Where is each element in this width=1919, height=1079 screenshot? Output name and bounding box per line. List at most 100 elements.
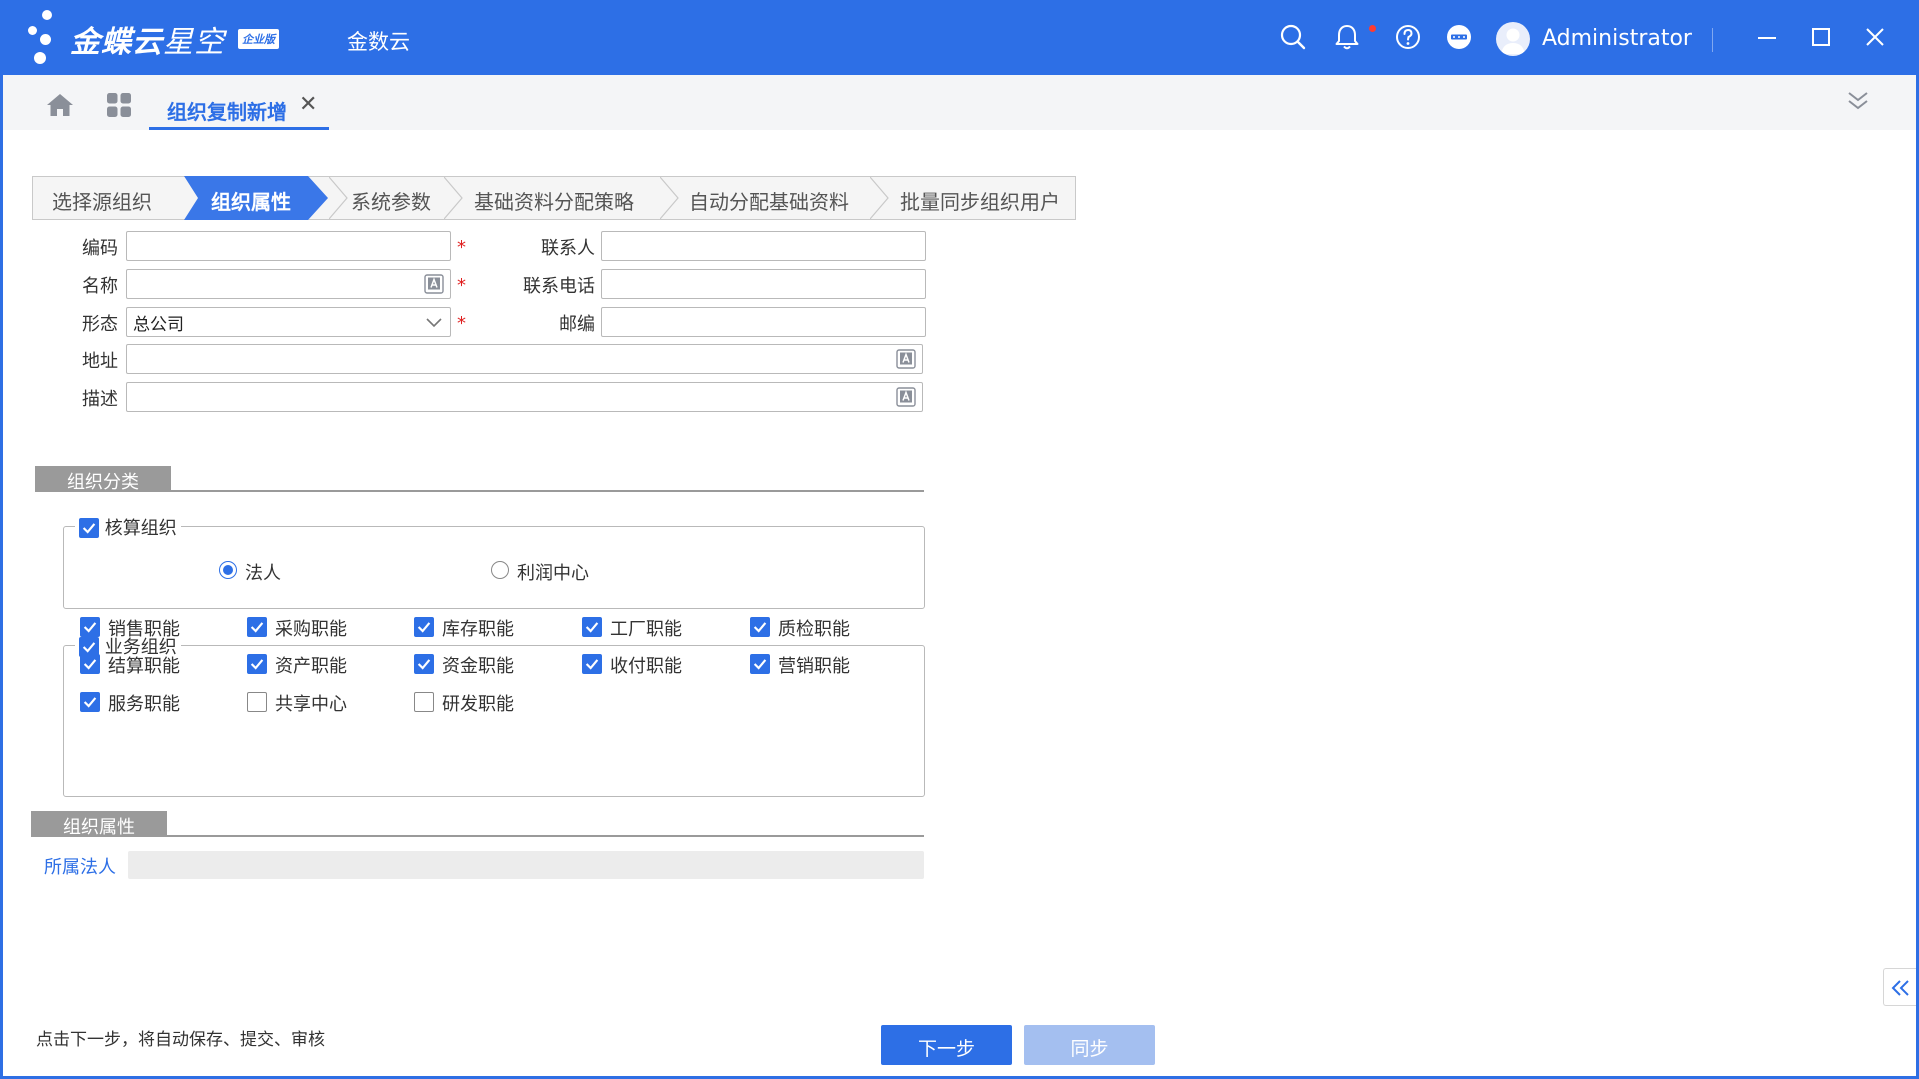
contact-label: 联系人 (541, 238, 595, 259)
function-checkbox[interactable] (80, 617, 100, 637)
function-checkbox[interactable] (247, 692, 267, 712)
legal-entity-label[interactable]: 所属法人 (44, 853, 116, 879)
minus-circle-icon[interactable] (1444, 22, 1474, 52)
home-icon[interactable] (45, 92, 75, 118)
step-4-label: 基础资料分配策略 (474, 190, 634, 214)
avatar[interactable] (1496, 22, 1530, 56)
function-checkbox[interactable] (414, 617, 434, 637)
name-label: 名称 (82, 276, 118, 297)
function-label: 库存职能 (442, 619, 514, 640)
function-checkbox[interactable] (582, 617, 602, 637)
maximize-icon[interactable] (1806, 22, 1836, 52)
double-chevron-left-icon (1891, 980, 1909, 996)
tab-bar: 组织复制新增 ✕ (3, 75, 1916, 130)
tab-label: 组织复制新增 (167, 100, 287, 124)
sync-button[interactable]: 同步 (1024, 1025, 1155, 1065)
function-checkbox[interactable] (414, 654, 434, 674)
code-required-mark: * (457, 237, 466, 258)
function-label: 共享中心 (275, 694, 347, 715)
checkmark-icon (250, 622, 264, 633)
footer-hint: 点击下一步，将自动保存、提交、审核 (36, 1030, 325, 1050)
type-required-mark: * (457, 313, 466, 334)
function-checkbox[interactable] (750, 654, 770, 674)
function-label: 服务职能 (108, 694, 180, 715)
checkmark-icon (753, 659, 767, 670)
title-bar-separator (1712, 28, 1713, 52)
title-bar: 金蝶云星空 企业版 金数云 Administrator (0, 0, 1919, 75)
desc-input[interactable] (126, 382, 923, 412)
user-avatar-icon (1501, 28, 1525, 54)
zip-input[interactable] (601, 307, 926, 337)
step-6-label: 批量同步组织用户 (900, 190, 1060, 214)
logo-main-text: 金蝶云 (70, 25, 163, 60)
function-checkbox[interactable] (80, 692, 100, 712)
search-icon[interactable] (1278, 22, 1308, 52)
checkmark-icon (250, 659, 264, 670)
notification-dot (1369, 25, 1376, 32)
phone-input[interactable] (601, 269, 926, 299)
tab-org-copy-new[interactable]: 组织复制新增 ✕ (149, 87, 329, 130)
address-input[interactable] (126, 344, 923, 374)
function-label: 销售职能 (108, 619, 180, 640)
function-label: 资金职能 (442, 656, 514, 677)
function-label: 资产职能 (275, 656, 347, 677)
multilang-icon[interactable] (896, 387, 916, 407)
contact-input[interactable] (601, 231, 926, 261)
multilang-icon[interactable] (896, 349, 916, 369)
side-panel-toggle[interactable] (1883, 968, 1916, 1006)
help-icon[interactable] (1393, 22, 1423, 52)
radio-legal-entity-label: 法人 (245, 563, 281, 584)
step-5[interactable]: 自动分配基础资料 (674, 177, 889, 219)
zip-label: 邮编 (559, 314, 595, 335)
accounting-org-checkbox[interactable] (79, 518, 99, 538)
radio-profit-center[interactable] (491, 561, 509, 579)
address-label: 地址 (82, 351, 118, 372)
radio-legal-entity[interactable] (219, 561, 237, 579)
logo-text: 金蝶云星空 (70, 17, 225, 61)
name-required-mark: * (457, 275, 466, 296)
name-input[interactable] (126, 269, 451, 299)
multilang-icon[interactable] (424, 274, 444, 294)
checkmark-icon (83, 622, 97, 633)
legal-entity-field (128, 851, 924, 879)
app-grid-icon[interactable] (106, 92, 132, 118)
checkmark-icon (753, 622, 767, 633)
function-checkbox[interactable] (247, 654, 267, 674)
function-checkbox[interactable] (750, 617, 770, 637)
function-label: 研发职能 (442, 694, 514, 715)
function-checkbox[interactable] (414, 692, 434, 712)
function-checkbox[interactable] (80, 654, 100, 674)
phone-label: 联系电话 (523, 276, 595, 297)
step-4[interactable]: 基础资料分配策略 (458, 177, 678, 219)
function-checkbox[interactable] (582, 654, 602, 674)
code-input[interactable] (126, 231, 451, 261)
step-2-label[interactable]: 组织属性 (211, 186, 291, 215)
checkmark-icon (585, 622, 599, 633)
type-select[interactable] (126, 307, 451, 337)
wizard-steps: 选择源组织 组织属性 系统参数 基础资料分配策略 自动分配基础资料 批量同步组织… (32, 176, 1076, 220)
step-1-label: 选择源组织 (52, 190, 152, 214)
step-6[interactable]: 批量同步组织用户 (884, 177, 1074, 219)
next-step-button[interactable]: 下一步 (881, 1025, 1012, 1065)
bell-icon[interactable] (1332, 22, 1362, 52)
function-label: 质检职能 (778, 619, 850, 640)
step-1[interactable]: 选择源组织 (33, 177, 183, 219)
close-icon[interactable] (1860, 22, 1890, 52)
user-name[interactable]: Administrator (1542, 26, 1692, 51)
desc-label: 描述 (82, 389, 118, 410)
minimize-icon[interactable] (1752, 22, 1782, 52)
kingdee-logo: 金蝶云星空 企业版 (24, 8, 294, 68)
function-label: 工厂职能 (610, 619, 682, 640)
step-3-label: 系统参数 (351, 190, 431, 214)
checkmark-icon (82, 523, 96, 534)
tab-close-icon[interactable]: ✕ (299, 92, 317, 117)
section-divider (35, 490, 924, 492)
function-checkbox[interactable] (247, 617, 267, 637)
section-org-classification: 组织分类 (35, 466, 171, 493)
chevron-down-icon[interactable] (425, 313, 443, 331)
app-name[interactable]: 金数云 (347, 26, 410, 56)
checkmark-icon (585, 659, 599, 670)
double-chevron-down-icon[interactable] (1845, 88, 1871, 114)
function-label: 收付职能 (610, 656, 682, 677)
section-org-attributes: 组织属性 (31, 811, 167, 838)
